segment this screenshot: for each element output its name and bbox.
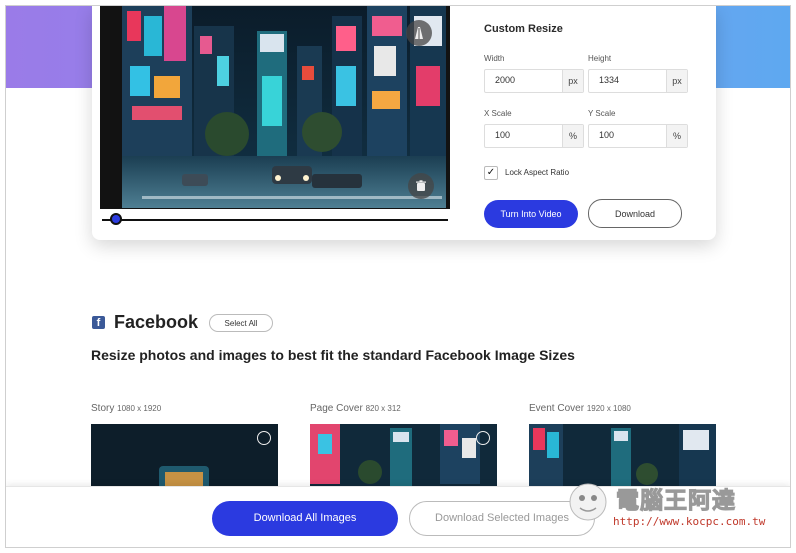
- download-all-images-button[interactable]: Download All Images: [212, 501, 398, 536]
- width-field[interactable]: 2000 px: [484, 69, 584, 93]
- page-cover-name: Page Cover: [310, 403, 363, 414]
- event-cover-dims: 1920 x 1080: [586, 404, 631, 413]
- image-preview: [100, 6, 450, 209]
- timeline-slider[interactable]: [102, 219, 448, 221]
- xscale-label: X Scale: [484, 109, 512, 118]
- facebook-icon: f: [92, 316, 105, 329]
- yscale-field[interactable]: 100 %: [588, 124, 688, 148]
- download-button[interactable]: Download: [588, 199, 682, 228]
- page-cover-dims: 820 x 312: [365, 404, 401, 413]
- event-cover-name: Event Cover: [529, 403, 585, 414]
- yscale-label: Y Scale: [588, 109, 616, 118]
- select-circle-icon[interactable]: [476, 431, 490, 445]
- yscale-value: 100: [599, 130, 615, 140]
- height-unit: px: [666, 70, 687, 92]
- story-size-label: Story 1080 x 1920: [91, 403, 161, 414]
- event-cover-size-label: Event Cover 1920 x 1080: [529, 403, 631, 414]
- height-label: Height: [588, 54, 612, 63]
- facebook-subtitle: Resize photos and images to best fit the…: [91, 347, 575, 363]
- yscale-unit: %: [666, 125, 687, 147]
- select-all-button[interactable]: Select All: [209, 314, 273, 332]
- trash-icon[interactable]: [408, 173, 434, 199]
- custom-resize-title: Custom Resize: [484, 23, 563, 35]
- city-night-photo: [122, 6, 446, 208]
- lock-aspect-checkbox[interactable]: ✓: [484, 166, 498, 180]
- story-dims: 1080 x 1920: [117, 404, 162, 413]
- app-frame: Custom Resize Width 2000 px Height 1334 …: [5, 5, 791, 548]
- watermark-text: 電腦王阿達: [616, 488, 736, 515]
- xscale-field[interactable]: 100 %: [484, 124, 584, 148]
- height-value: 1334: [599, 75, 620, 85]
- lock-aspect-label: Lock Aspect Ratio: [505, 168, 570, 177]
- slider-knob[interactable]: [110, 213, 122, 225]
- turn-into-video-button[interactable]: Turn Into Video: [484, 200, 578, 228]
- story-name: Story: [91, 403, 115, 414]
- page-cover-size-label: Page Cover 820 x 312: [310, 403, 401, 414]
- select-circle-icon[interactable]: [257, 431, 271, 445]
- width-label: Width: [484, 54, 505, 63]
- perspective-icon[interactable]: [406, 20, 432, 46]
- custom-resize-card: Custom Resize Width 2000 px Height 1334 …: [92, 6, 716, 240]
- facebook-section-title: Facebook: [114, 312, 199, 332]
- xscale-unit: %: [562, 125, 583, 147]
- xscale-value: 100: [495, 130, 511, 140]
- watermark-url: http://www.kocpc.com.tw: [613, 515, 766, 528]
- height-field[interactable]: 1334 px: [588, 69, 688, 93]
- width-value: 2000: [495, 75, 516, 85]
- width-unit: px: [562, 70, 583, 92]
